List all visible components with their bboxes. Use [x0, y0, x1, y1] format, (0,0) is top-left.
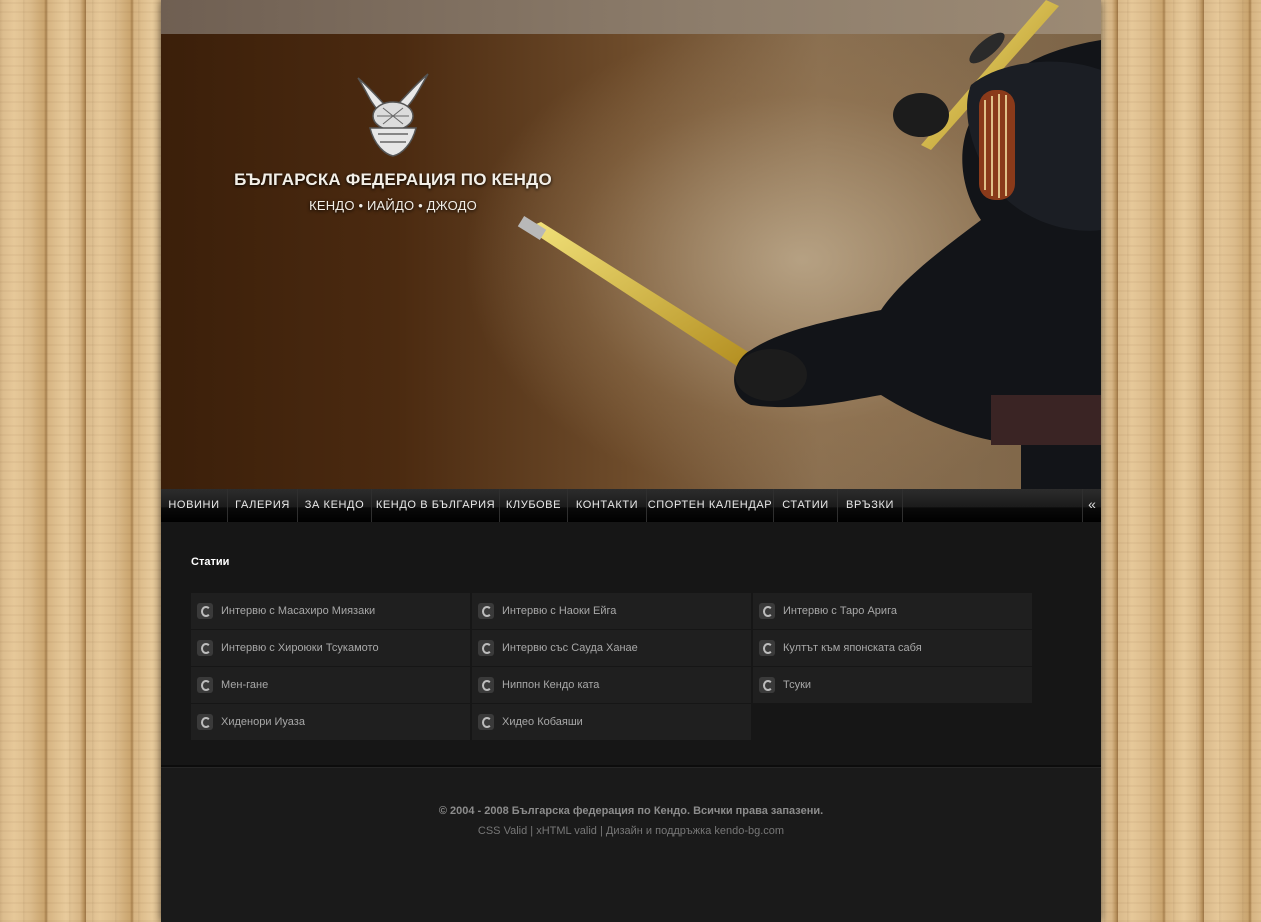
nav-item-articles[interactable]: СТАТИИ: [774, 489, 838, 522]
main-navigation: НОВИНИ ГАЛЕРИЯ ЗА КЕНДО КЕНДО В БЪЛГАРИЯ…: [161, 489, 1101, 522]
article-icon: [197, 603, 213, 619]
nav-item-contacts[interactable]: КОНТАКТИ: [568, 489, 647, 522]
article-link[interactable]: Мен-гане: [191, 667, 470, 703]
article-icon: [478, 714, 494, 730]
article-link[interactable]: Хиденори Иуаза: [191, 704, 470, 740]
nav-item-kendo-bulgaria[interactable]: КЕНДО В БЪЛГАРИЯ: [372, 489, 500, 522]
article-icon: [759, 677, 775, 693]
xhtml-valid-link[interactable]: xHTML valid: [536, 825, 597, 837]
page-container: БЪЛГАРСКА ФЕДЕРАЦИЯ ПО КЕНДО КЕНДО • ИАЙ…: [161, 0, 1101, 922]
article-link[interactable]: Ниппон Кендо ката: [472, 667, 751, 703]
federation-logo[interactable]: БЪЛГАРСКА ФЕДЕРАЦИЯ ПО КЕНДО КЕНДО • ИАЙ…: [233, 70, 553, 220]
separator: |: [527, 825, 537, 837]
nav-item-about-kendo[interactable]: ЗА КЕНДО: [298, 489, 372, 522]
footer: © 2004 - 2008 Българска федерация по Кен…: [161, 768, 1101, 922]
article-icon: [759, 640, 775, 656]
footer-links: CSS Valid | xHTML valid | Дизайн и поддр…: [161, 825, 1101, 837]
article-link[interactable]: Интервю с Таро Арига: [753, 593, 1032, 629]
federation-subtitle: КЕНДО • ИАЙДО • ДЖОДО: [309, 198, 477, 213]
nav-item-links[interactable]: ВРЪЗКИ: [838, 489, 903, 522]
separator: |: [596, 825, 606, 837]
article-icon: [197, 677, 213, 693]
article-link[interactable]: Интервю със Саудa Ханае: [472, 630, 751, 666]
nav-collapse-icon[interactable]: «: [1082, 489, 1101, 522]
nav-item-gallery[interactable]: ГАЛЕРИЯ: [228, 489, 298, 522]
article-link[interactable]: Интервю с Хироюки Тсукамото: [191, 630, 470, 666]
federation-title: БЪЛГАРСКА ФЕДЕРАЦИЯ ПО КЕНДО: [234, 170, 552, 189]
nav-item-clubs[interactable]: КЛУБОВЕ: [500, 489, 568, 522]
article-link[interactable]: Култът към японската сабя: [753, 630, 1032, 666]
copyright-text: © 2004 - 2008 Българска федерация по Кен…: [438, 805, 824, 817]
kendo-fighter-image: [517, 0, 1101, 489]
article-icon: [478, 677, 494, 693]
article-link[interactable]: Хидео Кобаяши: [472, 704, 751, 740]
article-link[interactable]: Тсуки: [753, 667, 1032, 703]
article-link[interactable]: Интервю с Масахиро Миязаки: [191, 593, 470, 629]
article-icon: [478, 603, 494, 619]
nav-item-news[interactable]: НОВИНИ: [161, 489, 228, 522]
css-valid-link[interactable]: CSS Valid: [478, 825, 527, 837]
header-banner: БЪЛГАРСКА ФЕДЕРАЦИЯ ПО КЕНДО КЕНДО • ИАЙ…: [161, 0, 1101, 489]
article-icon: [197, 640, 213, 656]
page-title: Статии: [191, 556, 230, 568]
article-icon: [759, 603, 775, 619]
article-icon: [478, 640, 494, 656]
main-content: Статии Интервю с Масахиро Миязаки Интерв…: [161, 522, 1101, 765]
nav-item-sport-calendar[interactable]: СПОРТЕН КАЛЕНДАР: [647, 489, 774, 522]
article-link[interactable]: Интервю с Наоки Ейга: [472, 593, 751, 629]
design-credit-link[interactable]: Дизайн и поддръжка kendo-bg.com: [606, 825, 784, 837]
article-icon: [197, 714, 213, 730]
kabuto-emblem-icon: [357, 73, 429, 157]
